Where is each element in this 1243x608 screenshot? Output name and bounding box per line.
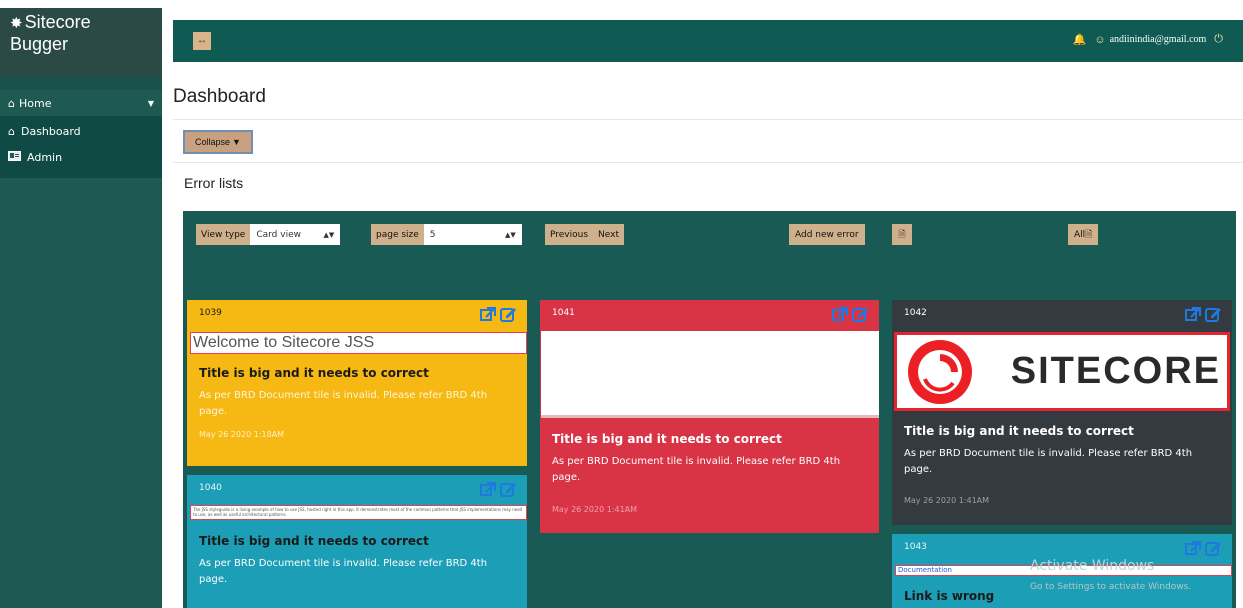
edit-icon[interactable] xyxy=(851,306,869,322)
sitecore-logo-mark xyxy=(908,339,972,404)
select-arrow-icon: ▲▼ xyxy=(505,230,516,239)
card-date: May 26 2020 1:18AM xyxy=(199,430,285,439)
export-all-label: All xyxy=(1074,229,1086,240)
sidebar-item-label: Admin xyxy=(27,150,63,164)
card-title: Link is wrong xyxy=(904,589,995,603)
card-date: May 26 2020 1:41AM xyxy=(552,505,638,514)
error-card[interactable]: 1039 Welcome to Sitecore JSS Title is bi… xyxy=(187,300,527,466)
divider xyxy=(173,162,1243,163)
sidebar-item-admin[interactable]: Admin xyxy=(0,144,162,170)
error-card[interactable]: 1040 The JSS styleguide is a living exam… xyxy=(187,475,527,608)
edit-icon[interactable] xyxy=(1204,306,1222,322)
edit-icon[interactable] xyxy=(499,481,517,497)
error-list-panel: View type Card view ▲▼ page size 5 ▲▼ Pr… xyxy=(183,211,1236,608)
collapse-button[interactable]: Collapse ▼ xyxy=(183,130,253,154)
card-description: As per BRD Document tile is invalid. Ple… xyxy=(904,448,1193,475)
brand-logo[interactable]: ✸ Sitecore Bugger xyxy=(0,8,162,76)
card-date: May 26 2020 1:41AM xyxy=(904,496,990,505)
sidebar-toggle-button[interactable]: ↔ xyxy=(193,32,211,50)
edit-icon[interactable] xyxy=(1204,540,1222,556)
activation-watermark-subtitle: Go to Settings to activate Windows. xyxy=(1030,582,1192,592)
file-icon: 🗎 xyxy=(1085,229,1093,240)
sidebar: ✸ Sitecore Bugger ⌂ Home ▼ ⌂ Dashboard Ad… xyxy=(0,8,162,608)
card-description: As per BRD Document tile is invalid. Ple… xyxy=(199,558,488,585)
sidebar-submenu: ⌂ Dashboard Admin xyxy=(0,116,162,178)
card-id: 1039 xyxy=(199,308,222,318)
previous-button[interactable]: Previous xyxy=(545,230,593,240)
file-icon: 🗎 xyxy=(898,229,906,240)
open-external-icon[interactable] xyxy=(479,481,497,497)
open-external-icon[interactable] xyxy=(479,306,497,322)
user-circle-icon: ☺ xyxy=(1094,33,1106,46)
sidebar-item-label: Dashboard xyxy=(20,124,81,138)
open-external-icon[interactable] xyxy=(1184,540,1202,556)
sidebar-item-label: Home xyxy=(18,96,52,110)
user-area: 🔔 ☺ andiinindia@gmail.com ⏻ xyxy=(1069,33,1227,46)
card-actions xyxy=(831,306,869,322)
sitecore-logo: SITECORE xyxy=(894,332,1230,411)
card-id: 1040 xyxy=(199,483,222,493)
error-card[interactable]: 1042 SITECORE Title is big and it needs … xyxy=(892,300,1232,525)
card-description: As per BRD Document tile is invalid. Ple… xyxy=(552,456,841,483)
export-button[interactable]: 🗎 xyxy=(892,224,912,245)
card-banner: The JSS styleguide is a living example o… xyxy=(190,505,527,520)
card-actions xyxy=(1184,306,1222,322)
view-type-value: Card view xyxy=(256,229,301,240)
top-navbar: ↔ 🔔 ☺ andiinindia@gmail.com ⏻ xyxy=(173,20,1243,62)
sidebar-divider xyxy=(0,76,162,90)
page-size-control: page size 5 ▲▼ xyxy=(371,224,522,245)
card-id: 1043 xyxy=(904,542,927,552)
power-icon[interactable]: ⏻ xyxy=(1214,33,1223,46)
card-title: Title is big and it needs to correct xyxy=(552,432,782,446)
bell-icon[interactable]: 🔔 xyxy=(1073,33,1087,46)
card-title: Title is big and it needs to correct xyxy=(199,534,429,548)
export-all-button[interactable]: All 🗎 xyxy=(1068,224,1099,245)
user-email[interactable]: andiinindia@gmail.com xyxy=(1110,34,1207,45)
page-title: Dashboard xyxy=(173,86,266,107)
card-title: Title is big and it needs to correct xyxy=(199,366,429,380)
section-title: Error lists xyxy=(184,175,244,191)
card-actions xyxy=(1184,540,1222,556)
add-new-error-button[interactable]: Add new error xyxy=(789,224,865,245)
view-type-control: View type Card view ▲▼ xyxy=(196,224,341,245)
brand-line1: Sitecore xyxy=(24,12,91,32)
sidebar-item-home[interactable]: ⌂ Home ▼ xyxy=(0,90,162,116)
card-id: 1042 xyxy=(904,308,927,318)
card-actions xyxy=(479,306,517,322)
card-title: Title is big and it needs to correct xyxy=(904,424,1134,438)
page-size-value: 5 xyxy=(429,229,436,240)
page-size-select[interactable]: 5 ▲▼ xyxy=(423,224,522,245)
caret-down-icon: ▼ xyxy=(147,98,154,108)
view-type-select[interactable]: Card view ▲▼ xyxy=(250,224,341,245)
home-icon: ⌂ xyxy=(8,96,15,110)
id-card-icon xyxy=(8,150,21,164)
home-icon: ⌂ xyxy=(8,124,15,138)
divider xyxy=(173,119,1243,120)
view-type-label: View type xyxy=(201,229,246,240)
page-size-label: page size xyxy=(376,229,419,240)
bug-icon: ✸ xyxy=(10,15,23,32)
next-button[interactable]: Next xyxy=(593,230,624,240)
card-actions xyxy=(479,481,517,497)
collapse-label: Collapse xyxy=(195,137,231,147)
card-image-placeholder xyxy=(541,331,879,418)
open-external-icon[interactable] xyxy=(1184,306,1202,322)
error-card[interactable]: 1041 Title is big and it needs to correc… xyxy=(540,300,879,533)
brand-line2: Bugger xyxy=(10,34,69,54)
card-description: As per BRD Document tile is invalid. Ple… xyxy=(199,390,488,417)
sidebar-item-dashboard[interactable]: ⌂ Dashboard xyxy=(0,118,162,144)
sitecore-logo-text: SITECORE xyxy=(1010,350,1221,392)
card-id: 1041 xyxy=(552,308,575,318)
pagination: Previous Next xyxy=(545,224,625,245)
activation-watermark-title: Activate Windows xyxy=(1030,558,1155,574)
edit-icon[interactable] xyxy=(499,306,517,322)
select-arrow-icon: ▲▼ xyxy=(323,230,335,239)
card-banner: Welcome to Sitecore JSS xyxy=(190,332,527,354)
open-external-icon[interactable] xyxy=(831,306,849,322)
filter-icon: ▼ xyxy=(232,137,241,147)
